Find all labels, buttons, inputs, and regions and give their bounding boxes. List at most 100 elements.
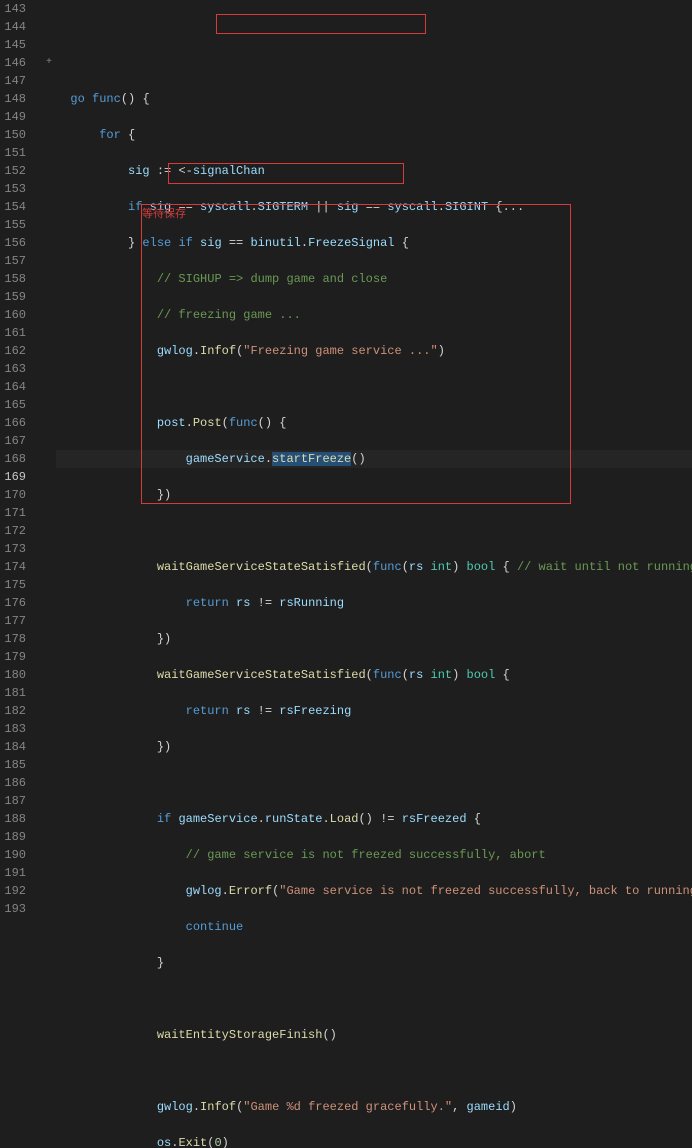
line-number: 150: [4, 126, 26, 144]
code-line[interactable]: }): [56, 738, 692, 756]
fold-marker: [42, 36, 56, 54]
fold-marker: [42, 216, 56, 234]
code-line[interactable]: gwlog.Errorf("Game service is not freeze…: [56, 882, 692, 900]
fold-marker: [42, 198, 56, 216]
fold-marker: [42, 432, 56, 450]
fold-marker: [42, 612, 56, 630]
code-line[interactable]: }): [56, 486, 692, 504]
code-line[interactable]: gameService.startFreeze(): [56, 450, 692, 468]
code-line[interactable]: waitGameServiceStateSatisfied(func(rs in…: [56, 666, 692, 684]
annotation-box: [216, 14, 426, 34]
line-number: 167: [4, 432, 26, 450]
fold-marker: [42, 342, 56, 360]
code-area[interactable]: 等待保存 go func() { for { sig := <-signalCh…: [56, 0, 692, 574]
fold-marker: [42, 396, 56, 414]
line-number: 154: [4, 198, 26, 216]
line-number: 185: [4, 756, 26, 774]
line-number: 165: [4, 396, 26, 414]
fold-marker: [42, 774, 56, 792]
code-line[interactable]: [56, 522, 692, 540]
line-number: 144: [4, 18, 26, 36]
code-line[interactable]: gwlog.Infof("Game %d freezed gracefully.…: [56, 1098, 692, 1116]
fold-marker: [42, 882, 56, 900]
code-editor[interactable]: 1431441451461471481491501511521531541551…: [0, 0, 692, 574]
line-number: 153: [4, 180, 26, 198]
fold-marker: [42, 900, 56, 918]
fold-marker: [42, 180, 56, 198]
fold-marker[interactable]: +: [42, 54, 56, 72]
fold-marker: [42, 864, 56, 882]
code-line[interactable]: [56, 774, 692, 792]
fold-marker: [42, 360, 56, 378]
fold-marker: [42, 270, 56, 288]
code-line[interactable]: return rs != rsFreezing: [56, 702, 692, 720]
fold-marker: [42, 594, 56, 612]
fold-marker: [42, 522, 56, 540]
line-number: 188: [4, 810, 26, 828]
code-line[interactable]: sig := <-signalChan: [56, 162, 692, 180]
line-number: 162: [4, 342, 26, 360]
fold-marker: [42, 90, 56, 108]
line-number: 146: [4, 54, 26, 72]
code-line[interactable]: waitGameServiceStateSatisfied(func(rs in…: [56, 558, 692, 576]
code-line[interactable]: if gameService.runState.Load() != rsFree…: [56, 810, 692, 828]
line-number: 174: [4, 558, 26, 576]
fold-marker: [42, 666, 56, 684]
line-number: 184: [4, 738, 26, 756]
fold-marker: [42, 18, 56, 36]
code-line[interactable]: waitEntityStorageFinish(): [56, 1026, 692, 1044]
line-number: 190: [4, 846, 26, 864]
line-number: 175: [4, 576, 26, 594]
fold-marker: [42, 504, 56, 522]
line-number: 168: [4, 450, 26, 468]
code-line[interactable]: [56, 1062, 692, 1080]
fold-column[interactable]: +: [42, 0, 56, 574]
fold-marker: [42, 108, 56, 126]
fold-marker: [42, 810, 56, 828]
fold-marker: [42, 72, 56, 90]
line-number: 178: [4, 630, 26, 648]
code-line[interactable]: os.Exit(0): [56, 1134, 692, 1148]
line-number: 156: [4, 234, 26, 252]
fold-marker: [42, 126, 56, 144]
line-number: 163: [4, 360, 26, 378]
line-number: 189: [4, 828, 26, 846]
fold-marker: [42, 630, 56, 648]
code-line[interactable]: // freezing game ...: [56, 306, 692, 324]
code-line[interactable]: for {: [56, 126, 692, 144]
line-number: 180: [4, 666, 26, 684]
code-line[interactable]: [56, 378, 692, 396]
code-line[interactable]: gwlog.Infof("Freezing game service ..."): [56, 342, 692, 360]
line-number: 145: [4, 36, 26, 54]
fold-marker: [42, 684, 56, 702]
code-line[interactable]: [56, 990, 692, 1008]
line-number: 147: [4, 72, 26, 90]
line-number: 148: [4, 90, 26, 108]
line-number: 151: [4, 144, 26, 162]
fold-marker: [42, 288, 56, 306]
line-number: 169: [4, 468, 26, 486]
code-line[interactable]: }: [56, 954, 692, 972]
code-line[interactable]: go func() {: [56, 90, 692, 108]
line-number: 160: [4, 306, 26, 324]
code-line[interactable]: return rs != rsRunning: [56, 594, 692, 612]
fold-marker: [42, 324, 56, 342]
line-number: 166: [4, 414, 26, 432]
fold-marker: [42, 792, 56, 810]
code-line[interactable]: continue: [56, 918, 692, 936]
fold-marker: [42, 162, 56, 180]
fold-marker: [42, 414, 56, 432]
fold-marker: [42, 450, 56, 468]
code-line[interactable]: if sig == syscall.SIGTERM || sig == sysc…: [56, 198, 692, 216]
code-line[interactable]: // SIGHUP => dump game and close: [56, 270, 692, 288]
line-number: 187: [4, 792, 26, 810]
line-number: 159: [4, 288, 26, 306]
line-number: 157: [4, 252, 26, 270]
line-number: 179: [4, 648, 26, 666]
fold-marker: [42, 468, 56, 486]
code-line[interactable]: post.Post(func() {: [56, 414, 692, 432]
code-line[interactable]: } else if sig == binutil.FreezeSignal {: [56, 234, 692, 252]
code-line[interactable]: }): [56, 630, 692, 648]
code-line[interactable]: // game service is not freezed successfu…: [56, 846, 692, 864]
line-number: 181: [4, 684, 26, 702]
